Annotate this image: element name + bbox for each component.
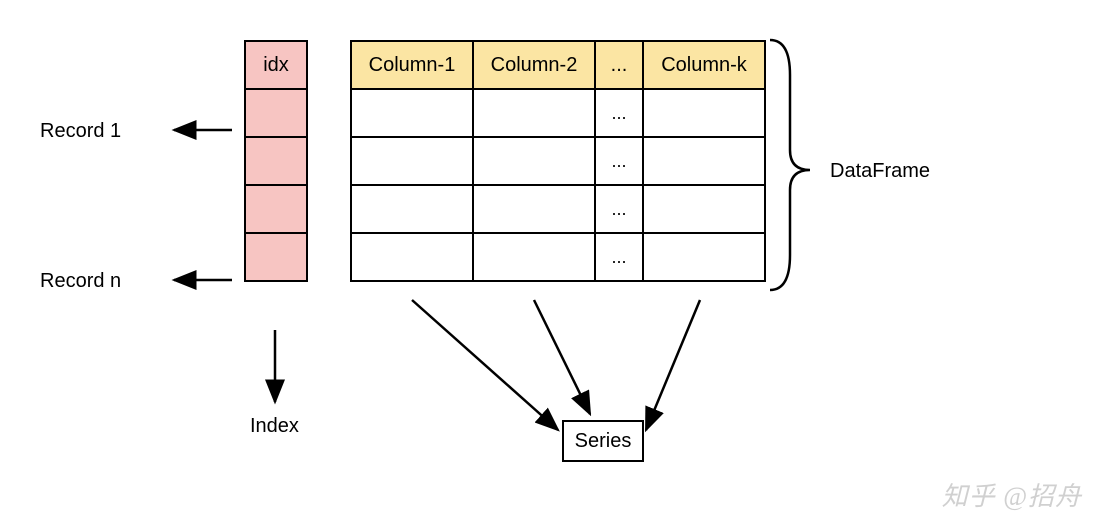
data-cell bbox=[474, 186, 594, 234]
data-cell bbox=[474, 138, 594, 186]
data-cell: ... bbox=[596, 90, 642, 138]
series-box: Series bbox=[562, 420, 644, 462]
data-cell bbox=[474, 234, 594, 280]
data-column: Column-1 bbox=[352, 42, 474, 280]
index-label: Index bbox=[250, 415, 299, 438]
data-cell: ... bbox=[596, 186, 642, 234]
column-header: ... bbox=[596, 42, 642, 90]
record-1-label: Record 1 bbox=[40, 120, 121, 143]
index-header: idx bbox=[246, 42, 306, 90]
record-n-label: Record n bbox=[40, 270, 121, 293]
diagram-container: Record 1 Record n idx Column-1 Column-2 … bbox=[0, 0, 1098, 523]
col1-to-series-arrow bbox=[412, 300, 558, 430]
dataframe-label: DataFrame bbox=[830, 160, 930, 183]
index-cell bbox=[246, 90, 306, 138]
data-cell bbox=[352, 234, 472, 280]
data-cell bbox=[352, 186, 472, 234]
data-column: Column-k bbox=[644, 42, 764, 280]
colk-to-series-arrow bbox=[646, 300, 700, 430]
index-cell bbox=[246, 234, 306, 280]
data-cell bbox=[644, 186, 764, 234]
data-column-ellipsis: ... ... ... ... ... bbox=[596, 42, 644, 280]
column-header: Column-k bbox=[644, 42, 764, 90]
data-cell: ... bbox=[596, 234, 642, 280]
col2-to-series-arrow bbox=[534, 300, 590, 414]
data-cell bbox=[644, 90, 764, 138]
data-cell bbox=[352, 138, 472, 186]
data-cell bbox=[352, 90, 472, 138]
index-cell bbox=[246, 186, 306, 234]
index-cell bbox=[246, 138, 306, 186]
column-header: Column-2 bbox=[474, 42, 594, 90]
data-cell bbox=[644, 234, 764, 280]
data-cell bbox=[474, 90, 594, 138]
watermark: 知乎 @招舟 bbox=[942, 476, 1082, 513]
data-cell: ... bbox=[596, 138, 642, 186]
data-cell bbox=[644, 138, 764, 186]
index-column: idx bbox=[244, 40, 308, 282]
data-column: Column-2 bbox=[474, 42, 596, 280]
data-table: Column-1 Column-2 ... ... ... ... ... Co… bbox=[350, 40, 766, 282]
dataframe-brace bbox=[770, 40, 810, 290]
column-header: Column-1 bbox=[352, 42, 472, 90]
